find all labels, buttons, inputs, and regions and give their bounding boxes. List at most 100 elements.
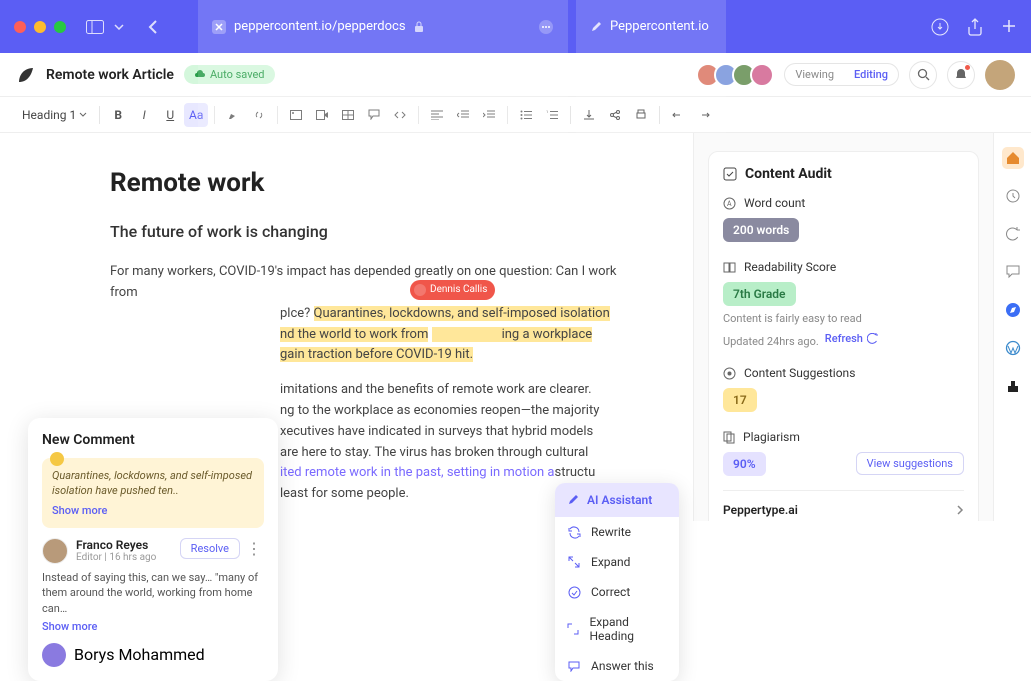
print-button[interactable] xyxy=(629,103,653,127)
audit-title: Content Audit xyxy=(723,166,964,182)
rail-home-icon[interactable] xyxy=(1002,147,1024,169)
plagiarism-badge: 90% xyxy=(723,452,766,476)
share-button[interactable] xyxy=(603,103,627,127)
pen-icon xyxy=(567,494,579,506)
rail-export-icon[interactable] xyxy=(1002,375,1024,397)
rail-chat-icon[interactable] xyxy=(1002,261,1024,283)
comment-panel: New Comment Quarantines, lockdowns, and … xyxy=(28,418,278,681)
export-button[interactable] xyxy=(577,103,601,127)
rail-wordpress-icon[interactable] xyxy=(1002,337,1024,359)
italic-button[interactable]: I xyxy=(132,103,156,127)
doc-paragraph-1[interactable]: For many workers, COVID-19's impact has … xyxy=(110,262,633,366)
ai-correct[interactable]: Correct xyxy=(555,577,679,607)
presence-cursor: Dennis Callis xyxy=(410,280,495,300)
suggestions-metric: Content Suggestions 17 xyxy=(723,366,964,412)
minimize-window[interactable] xyxy=(34,21,46,33)
pen-icon xyxy=(590,21,602,33)
rail-history-icon[interactable] xyxy=(1002,185,1024,207)
refresh-icon xyxy=(867,333,878,344)
word-count-badge: 200 words xyxy=(723,218,799,242)
collaborator-avatars[interactable] xyxy=(702,63,774,87)
mode-switcher[interactable]: Viewing Editing xyxy=(784,63,899,86)
highlighted-text-1[interactable]: Quarantines, lockdowns, and self-imposed… xyxy=(314,306,610,321)
readability-metric: Readability Score 7th Grade Content is f… xyxy=(723,260,964,348)
plagiarism-icon xyxy=(723,431,735,444)
peppertype-row[interactable]: Peppertype.ai xyxy=(723,490,964,517)
notifications-button[interactable] xyxy=(947,61,975,89)
ai-assistant-menu: AI Assistant Rewrite Expand Correct Expa… xyxy=(555,483,679,681)
bell-icon xyxy=(955,68,967,82)
url-text: peppercontent.io/pepperdocs xyxy=(234,19,406,34)
new-tab-icon[interactable] xyxy=(1001,18,1017,34)
suggestions-badge: 17 xyxy=(723,388,757,412)
right-rail xyxy=(993,133,1031,521)
quote-avatar xyxy=(50,452,64,466)
close-window[interactable] xyxy=(14,21,26,33)
search-button[interactable] xyxy=(909,61,937,89)
quote-show-more[interactable]: Show more xyxy=(52,504,107,517)
reply-avatar[interactable] xyxy=(42,538,68,564)
reply-more-icon[interactable]: ⋮ xyxy=(244,539,264,558)
site-icon xyxy=(212,20,226,34)
sidebar-toggle-icon[interactable] xyxy=(86,20,104,34)
expand-icon xyxy=(567,556,581,568)
user-avatar[interactable] xyxy=(985,60,1015,90)
doc-h2[interactable]: The future of work is changing xyxy=(110,219,633,245)
svg-text:A: A xyxy=(727,200,732,208)
reply-author-2: Borys Mohammed xyxy=(74,645,205,664)
rewrite-icon xyxy=(567,526,581,539)
tab-2-label: Peppercontent.io xyxy=(610,19,709,34)
word-count-metric: A Word count 200 words xyxy=(723,196,964,242)
content-audit-panel: Content Audit A Word count 200 words Rea… xyxy=(693,133,993,521)
underline-button[interactable]: U xyxy=(158,103,182,127)
suggestions-icon xyxy=(723,367,736,380)
ai-rewrite[interactable]: Rewrite xyxy=(555,517,679,547)
bold-button[interactable]: B xyxy=(106,103,130,127)
search-icon xyxy=(917,68,930,81)
reply-meta: Editor | 16 hrs ago xyxy=(76,552,156,563)
ai-menu-header: AI Assistant xyxy=(555,483,679,517)
lock-icon xyxy=(414,21,424,33)
rail-compass-icon[interactable] xyxy=(1002,299,1024,321)
book-icon xyxy=(723,262,736,273)
more-icon[interactable] xyxy=(538,19,554,35)
comment-quote: Quarantines, lockdowns, and self-imposed… xyxy=(42,458,264,528)
mode-editing[interactable]: Editing xyxy=(844,64,898,85)
ai-expand[interactable]: Expand xyxy=(555,547,679,577)
reply-avatar-2[interactable] xyxy=(42,643,66,667)
doc-h1[interactable]: Remote work xyxy=(110,163,633,205)
reply-author: Franco Reyes xyxy=(76,538,156,552)
heading-selector[interactable]: Heading 1 xyxy=(16,104,93,126)
document-title[interactable]: Remote work Article xyxy=(46,67,174,83)
link-text[interactable]: ited remote work in the past, setting in… xyxy=(280,465,555,480)
readability-badge: 7th Grade xyxy=(723,282,796,306)
undo-button[interactable] xyxy=(666,103,690,127)
comment-panel-title: New Comment xyxy=(42,432,264,448)
word-count-icon: A xyxy=(723,197,736,210)
refresh-button[interactable]: Refresh xyxy=(825,332,878,345)
notification-dot xyxy=(965,65,970,70)
comment-reply: Franco Reyes Editor | 16 hrs ago Resolve… xyxy=(42,538,264,564)
audit-icon xyxy=(723,167,737,181)
avatar[interactable] xyxy=(750,63,774,87)
ai-expand-heading[interactable]: Expand Heading xyxy=(555,607,679,651)
redo-button[interactable] xyxy=(692,103,716,127)
window-controls xyxy=(14,21,66,33)
browser-chrome: peppercontent.io/pepperdocs Pepperconten… xyxy=(0,0,1031,53)
mode-viewing[interactable]: Viewing xyxy=(785,64,844,85)
ai-answer[interactable]: Answer this xyxy=(555,651,679,681)
feather-icon xyxy=(16,65,36,85)
resolve-button[interactable]: Resolve xyxy=(180,538,240,559)
download-icon[interactable] xyxy=(931,18,949,36)
view-suggestions-button[interactable]: View suggestions xyxy=(856,452,964,475)
check-icon xyxy=(567,586,581,599)
reply-body: Instead of saying this, can we say… "man… xyxy=(42,570,264,616)
share-icon[interactable] xyxy=(967,18,983,36)
comment-reply-2: Borys Mohammed xyxy=(42,643,264,667)
rail-refresh-icon[interactable] xyxy=(1002,223,1024,245)
maximize-window[interactable] xyxy=(54,21,66,33)
chevron-down-icon[interactable] xyxy=(114,24,124,30)
back-icon[interactable] xyxy=(148,20,158,34)
presence-avatar xyxy=(414,284,426,296)
reply-show-more[interactable]: Show more xyxy=(42,620,264,633)
